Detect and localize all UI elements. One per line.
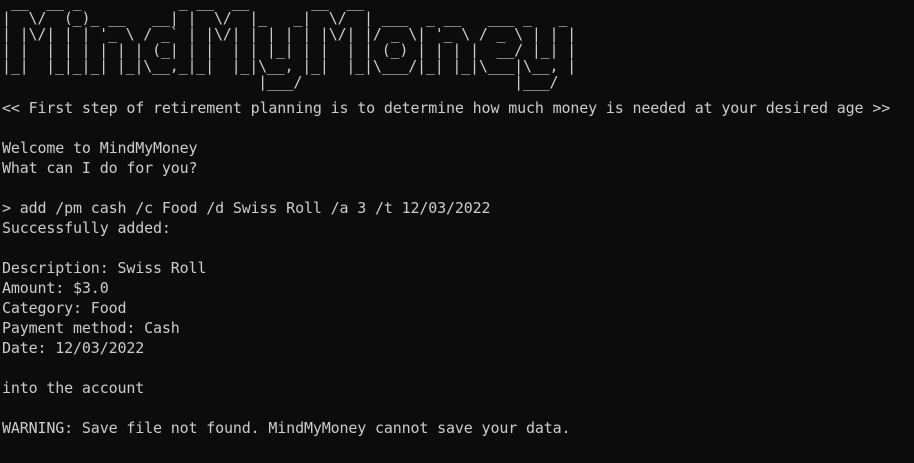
tagline-text: << First step of retirement planning is … [2,99,891,117]
entry-payment-method: Payment method: Cash [2,319,180,337]
into-account-text: into the account [2,379,145,397]
welcome-text: Welcome to MindMyMoney [2,139,198,157]
terminal-window[interactable]: __ __ _ _ __ __ __ __ | \/ (_)_ __ __| |… [0,0,914,463]
prompt-question-text: What can I do for you? [2,159,198,177]
entry-amount: Amount: $3.0 [2,279,109,297]
entry-date: Date: 12/03/2022 [2,339,145,357]
console-output: << First step of retirement planning is … [2,98,912,438]
warning-message: WARNING: Save file not found. MindMyMone… [2,419,571,437]
user-command: > add /pm cash /c Food /d Swiss Roll /a … [2,199,491,217]
entry-category: Category: Food [2,299,127,317]
entry-description: Description: Swiss Roll [2,259,207,277]
success-message: Successfully added: [2,219,171,237]
ascii-art-banner: __ __ _ _ __ __ __ __ | \/ (_)_ __ __| |… [2,0,576,91]
